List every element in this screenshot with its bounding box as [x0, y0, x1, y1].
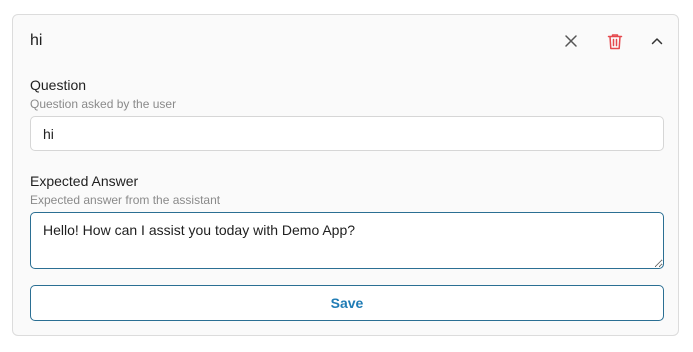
- question-label: Question: [30, 77, 87, 93]
- chevron-up-icon: [651, 38, 663, 45]
- question-help-text: Question asked by the user: [30, 97, 177, 111]
- trash-icon: [607, 33, 623, 49]
- qa-card: hi Question Question asked by the user E…: [12, 14, 679, 336]
- delete-button[interactable]: [604, 30, 626, 52]
- answer-label: Expected Answer: [30, 173, 139, 189]
- answer-help-text: Expected answer from the assistant: [30, 193, 221, 207]
- save-button[interactable]: Save: [30, 285, 664, 321]
- question-input[interactable]: [30, 116, 664, 151]
- answer-textarea[interactable]: Hello! How can I assist you today with D…: [30, 212, 664, 269]
- close-icon: [565, 35, 577, 47]
- collapse-button[interactable]: [646, 30, 668, 52]
- clear-button[interactable]: [560, 30, 582, 52]
- card-title: hi: [30, 32, 43, 49]
